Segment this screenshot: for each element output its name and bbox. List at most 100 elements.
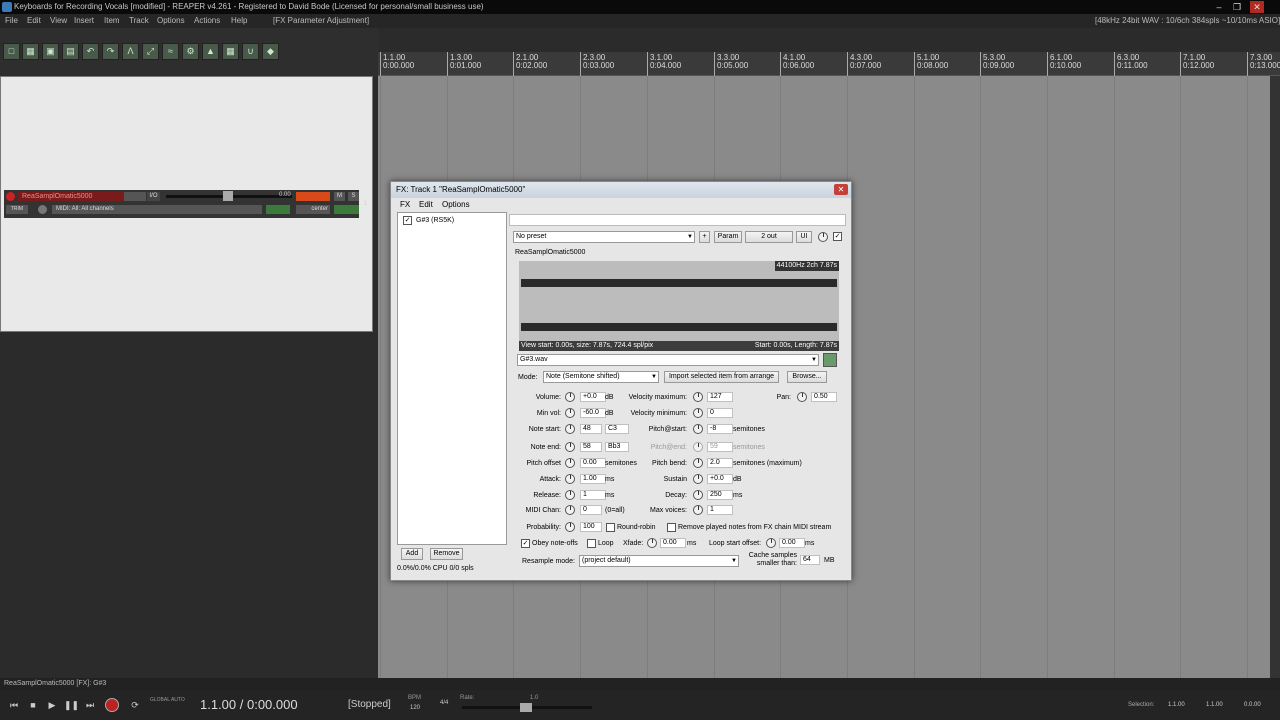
- lock-group-icon[interactable]: ⚙: [182, 43, 199, 60]
- sustain-knob-icon[interactable]: [693, 474, 703, 484]
- max-voices-knob-icon[interactable]: [693, 505, 703, 515]
- round-robin-checkbox[interactable]: [606, 523, 615, 532]
- minimize-icon[interactable]: –: [1212, 1, 1226, 13]
- obey-noteoffs-checkbox[interactable]: ✓: [521, 539, 530, 548]
- stop-icon[interactable]: ■: [26, 698, 40, 712]
- menu-help[interactable]: Help: [231, 14, 247, 28]
- position-display[interactable]: 1.1.00 / 0:00.000: [200, 697, 298, 713]
- fx-menu-options[interactable]: Options: [442, 198, 470, 212]
- io-out-button[interactable]: 2 out: [745, 231, 793, 243]
- volume-value[interactable]: +0.0: [580, 392, 606, 402]
- loop-checkbox[interactable]: [587, 539, 596, 548]
- io-button[interactable]: I/O: [147, 192, 160, 201]
- note-end-knob-icon[interactable]: [565, 442, 575, 452]
- menu-actions[interactable]: Actions: [194, 14, 220, 28]
- note-start-knob-icon[interactable]: [565, 424, 575, 434]
- release-knob-icon[interactable]: [565, 490, 575, 500]
- undo-icon[interactable]: ↶: [82, 43, 99, 60]
- plugin-header-field[interactable]: [509, 214, 846, 226]
- fx-menu-fx[interactable]: FX: [400, 198, 410, 212]
- sample-file-select[interactable]: G#3.wav ▼: [517, 354, 819, 366]
- env-button-icon[interactable]: [334, 205, 359, 214]
- grid-icon[interactable]: ▦: [222, 43, 239, 60]
- ui-button[interactable]: UI: [796, 231, 812, 243]
- input-monitor-icon[interactable]: [124, 192, 146, 201]
- midi-chan-knob-icon[interactable]: [565, 505, 575, 515]
- decay-knob-icon[interactable]: [693, 490, 703, 500]
- pitch-bend-knob-icon[interactable]: [693, 458, 703, 468]
- browse-button[interactable]: Browse...: [787, 371, 827, 383]
- decay-value[interactable]: 250: [707, 490, 733, 500]
- ripple-edit-icon[interactable]: ≈: [162, 43, 179, 60]
- attack-value[interactable]: 1.00: [580, 474, 606, 484]
- fx-list-item[interactable]: G#3 (RS5K): [416, 216, 454, 225]
- restore-icon[interactable]: ❐: [1230, 1, 1244, 13]
- note-end-value[interactable]: 58: [580, 442, 602, 452]
- rate-slider-handle[interactable]: [520, 703, 532, 712]
- probability-knob-icon[interactable]: [565, 522, 575, 532]
- close-icon[interactable]: ✕: [1250, 1, 1264, 13]
- timeline-ruler[interactable]: 1.1.00 0:00.000 1.3.00 0:01.000 2.1.00 0:02.0…: [378, 52, 1280, 76]
- fx-enable-checkbox[interactable]: ✓: [403, 216, 412, 225]
- import-item-button[interactable]: Import selected item from arrange: [664, 371, 779, 383]
- vertical-scrollbar[interactable]: [1270, 76, 1280, 678]
- fx-close-icon[interactable]: ✕: [834, 184, 848, 195]
- remove-fx-button[interactable]: Remove: [430, 548, 463, 560]
- pitch-offset-value[interactable]: 0.00: [580, 458, 606, 468]
- menu-view[interactable]: View: [50, 14, 67, 28]
- menu-item[interactable]: Item: [104, 14, 120, 28]
- repeat-icon[interactable]: ⟳: [128, 698, 142, 712]
- loop-start-value[interactable]: 0.00: [779, 538, 805, 548]
- menu-edit[interactable]: Edit: [27, 14, 41, 28]
- input-knob-icon[interactable]: [38, 205, 47, 214]
- fx-window-title[interactable]: FX: Track 1 "ReaSamplOmatic5000": [391, 182, 851, 198]
- pan-value[interactable]: 0.50: [811, 392, 837, 402]
- pan-control[interactable]: center: [296, 205, 330, 214]
- vel-min-value[interactable]: 0: [707, 408, 733, 418]
- go-to-start-icon[interactable]: ⏮: [7, 698, 21, 712]
- bpm-value[interactable]: 120: [410, 705, 420, 711]
- midi-input-select[interactable]: MIDI: All: All channels: [52, 205, 262, 214]
- minvol-knob-icon[interactable]: [565, 408, 575, 418]
- time-signature[interactable]: 4/4: [440, 700, 448, 706]
- midi-chan-value[interactable]: 0: [580, 505, 602, 515]
- pan-knob-icon[interactable]: [797, 392, 807, 402]
- wet-knob-icon[interactable]: [818, 232, 828, 242]
- redo-icon[interactable]: ↷: [102, 43, 119, 60]
- trim-button[interactable]: TRIM: [6, 205, 28, 214]
- pitch-end-knob-icon[interactable]: [693, 442, 703, 452]
- probability-value[interactable]: 100: [580, 522, 602, 532]
- mode-select[interactable]: Note (Semitone shifted) ▼: [543, 371, 659, 383]
- pitch-start-knob-icon[interactable]: [693, 424, 703, 434]
- vel-max-value[interactable]: 127: [707, 392, 733, 402]
- menu-file[interactable]: File: [5, 14, 18, 28]
- minvol-value[interactable]: -60.0: [580, 408, 606, 418]
- menu-track[interactable]: Track: [129, 14, 149, 28]
- go-to-end-icon[interactable]: ⏭: [83, 698, 97, 712]
- monitor-toggle-icon[interactable]: [266, 205, 290, 214]
- record-arm-icon[interactable]: [6, 192, 15, 201]
- auto-crossfade-icon[interactable]: ⤢: [142, 43, 159, 60]
- track-name[interactable]: ReaSamplOmatic5000: [18, 192, 124, 201]
- cache-value[interactable]: 64: [800, 555, 820, 565]
- bypass-checkbox[interactable]: ✓: [833, 232, 842, 241]
- preset-select[interactable]: No preset ▼: [513, 231, 695, 243]
- loop-start-knob-icon[interactable]: [766, 538, 776, 548]
- envelope-icon[interactable]: ▲: [202, 43, 219, 60]
- fx-menu-edit[interactable]: Edit: [419, 198, 433, 212]
- selection-start[interactable]: 1.1.00: [1168, 702, 1185, 708]
- max-voices-value[interactable]: 1: [707, 505, 733, 515]
- vel-max-knob-icon[interactable]: [693, 392, 703, 402]
- metronome-icon[interactable]: Λ: [122, 43, 139, 60]
- pitch-offset-knob-icon[interactable]: [565, 458, 575, 468]
- add-preset-button[interactable]: +: [699, 231, 710, 243]
- volume-knob-icon[interactable]: [565, 392, 575, 402]
- sample-color-swatch[interactable]: [823, 353, 837, 367]
- remove-played-checkbox[interactable]: [667, 523, 676, 532]
- play-icon[interactable]: ▶: [45, 698, 59, 712]
- save-project-icon[interactable]: ▣: [42, 43, 59, 60]
- xfade-value[interactable]: 0.00: [660, 538, 686, 548]
- pitch-bend-value[interactable]: 2.0: [707, 458, 733, 468]
- menu-insert[interactable]: Insert: [74, 14, 94, 28]
- release-value[interactable]: 1: [580, 490, 606, 500]
